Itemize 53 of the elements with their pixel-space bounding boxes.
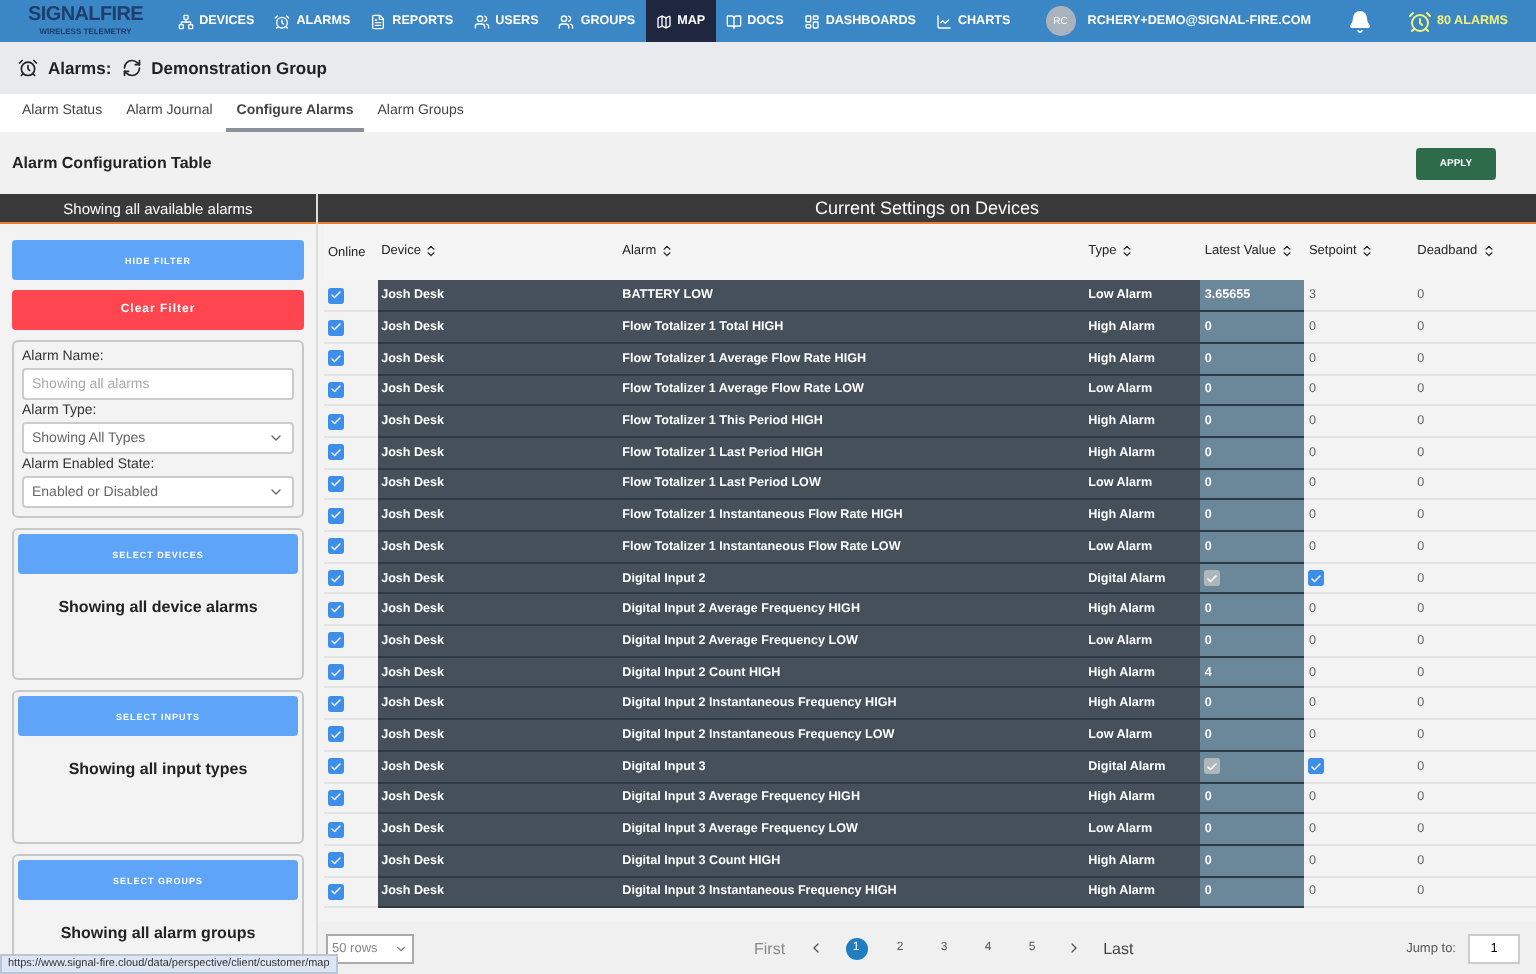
online-checkbox[interactable] (328, 758, 344, 775)
online-checkbox[interactable] (328, 601, 344, 618)
sort-icon[interactable] (660, 244, 675, 259)
network-icon (177, 13, 194, 29)
online-checkbox[interactable] (328, 350, 344, 367)
sort-icon[interactable] (1280, 244, 1295, 259)
sort-icon[interactable] (1360, 244, 1375, 259)
online-checkbox[interactable] (328, 726, 344, 743)
chart-icon (935, 13, 952, 29)
online-checkbox[interactable] (328, 381, 344, 398)
sort-icon[interactable] (424, 244, 439, 259)
header-label: Alarms: (48, 58, 112, 78)
map-icon (655, 13, 672, 29)
table-title: Alarm Configuration Table (12, 154, 212, 172)
setpoint-checkbox[interactable] (1308, 758, 1325, 775)
online-checkbox[interactable] (328, 852, 344, 869)
online-checkbox[interactable] (328, 789, 344, 806)
online-checkbox[interactable] (328, 319, 344, 336)
notification-bell-icon[interactable] (1347, 9, 1372, 33)
online-checkbox[interactable] (328, 632, 344, 649)
online-checkbox[interactable] (328, 538, 344, 555)
sort-icon[interactable] (1120, 244, 1135, 259)
selection-summary: Showing all device alarms (58, 598, 258, 616)
online-checkbox[interactable] (328, 287, 344, 304)
users-icon (473, 13, 490, 29)
users-icon (558, 13, 575, 29)
selection-summary: Showing all alarm groups (60, 924, 256, 942)
dashboard-icon (803, 13, 820, 29)
chevron-down-icon (268, 430, 284, 446)
online-checkbox[interactable] (328, 883, 344, 900)
document-icon (370, 13, 387, 29)
refresh-icon (121, 58, 142, 78)
setpoint-checkbox[interactable] (1308, 570, 1325, 587)
selection-summary: Showing all input types (68, 760, 248, 778)
first-page-link[interactable]: First (754, 939, 786, 957)
book-icon (725, 13, 742, 29)
online-checkbox[interactable] (328, 413, 344, 430)
alarm-clock-icon (274, 13, 291, 29)
online-checkbox[interactable] (328, 475, 344, 492)
online-checkbox[interactable] (328, 507, 344, 524)
chevron-down-icon (268, 484, 284, 500)
chevron-down-icon (394, 941, 408, 955)
online-checkbox[interactable] (328, 664, 344, 681)
online-checkbox[interactable] (328, 570, 344, 587)
sort-icon[interactable] (1481, 244, 1496, 259)
online-checkbox[interactable] (328, 695, 344, 712)
last-page-link[interactable]: Last (1103, 939, 1134, 957)
alarm-clock-icon (1407, 9, 1432, 33)
online-checkbox[interactable] (328, 444, 344, 461)
alarm-clock-icon (18, 58, 38, 78)
table-header-bar: Current Settings on Devices (318, 194, 1536, 224)
group-name: Demonstration Group (151, 58, 327, 78)
online-checkbox[interactable] (328, 821, 344, 838)
